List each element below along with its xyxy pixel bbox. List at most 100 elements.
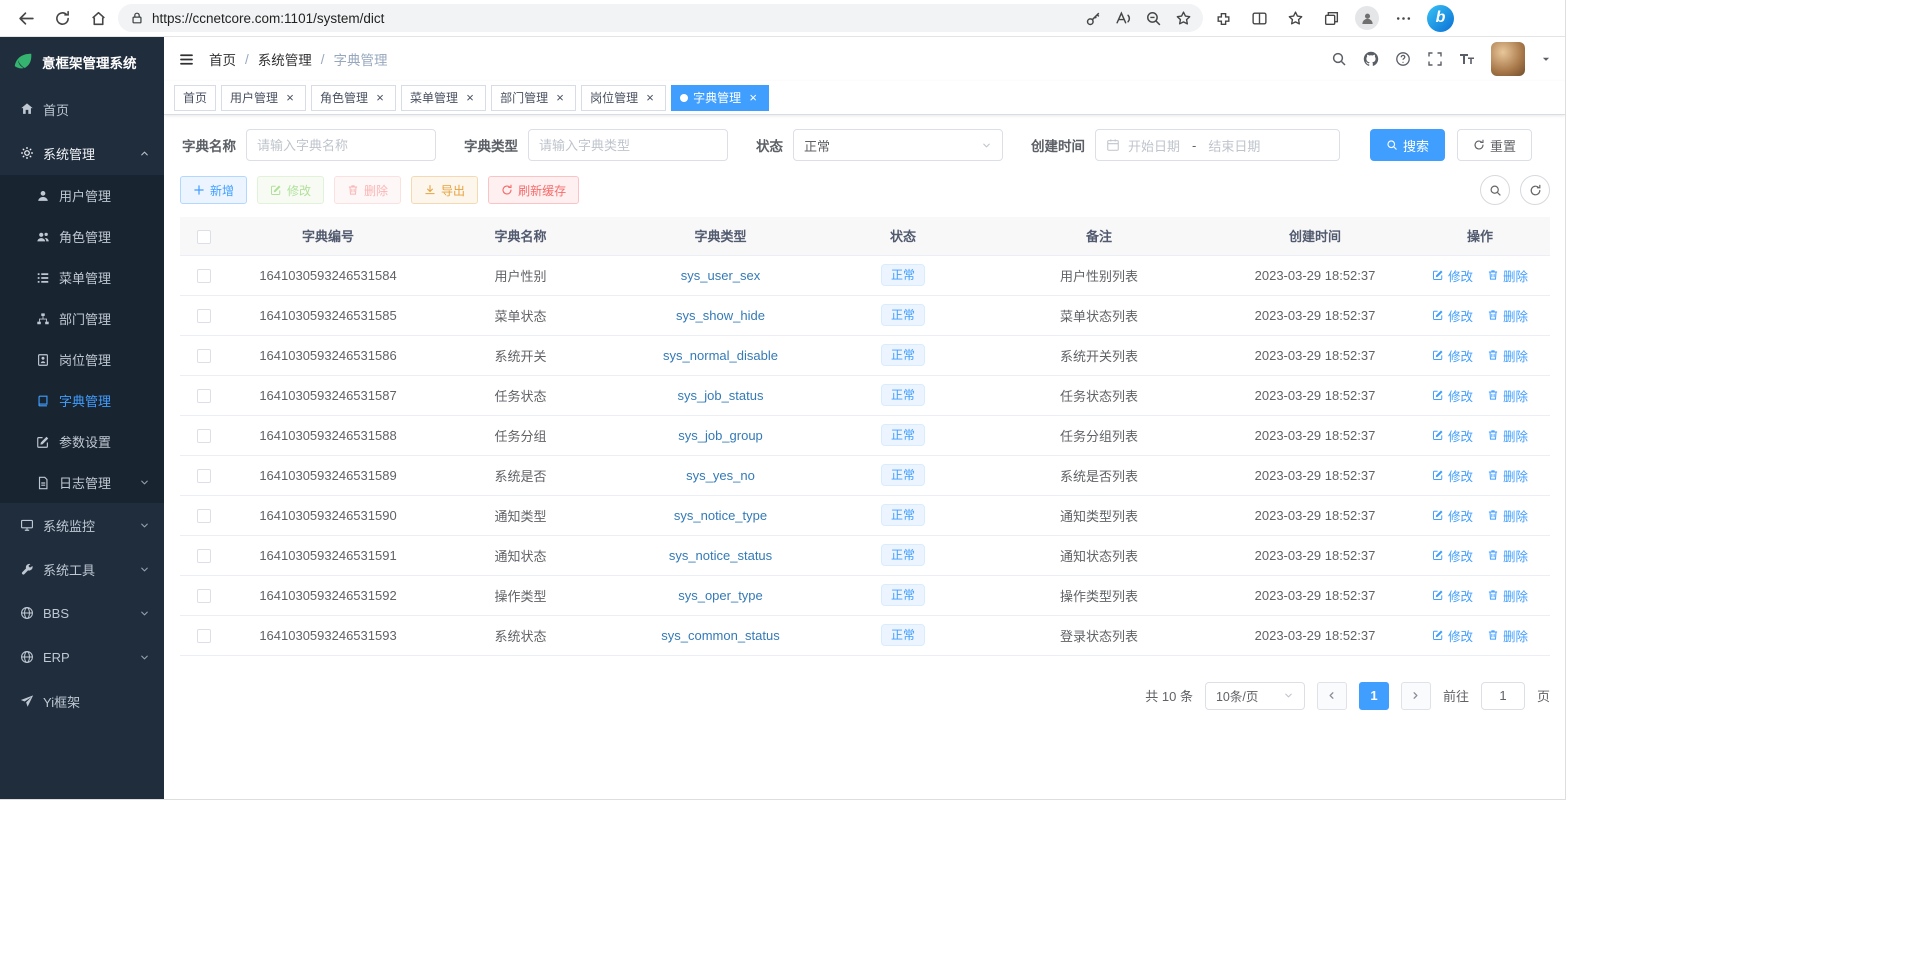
row-edit-button[interactable]: 修改 [1432,306,1473,325]
row-edit-button[interactable]: 修改 [1432,626,1473,645]
status-select[interactable]: 正常 [793,129,1003,161]
sidebar-item-dept-mgmt[interactable]: 部门管理 [0,298,164,339]
password-key-icon[interactable] [1079,6,1107,30]
tab-close-icon[interactable]: × [746,91,760,105]
row-checkbox[interactable] [197,349,211,363]
tab-dept-mgmt[interactable]: 部门管理× [491,85,576,111]
dict-type-input[interactable] [528,129,728,161]
row-edit-button[interactable]: 修改 [1432,586,1473,605]
sidebar-item-system-mgmt[interactable]: 系统管理 [0,131,164,175]
help-icon[interactable] [1395,51,1411,67]
add-favorite-icon[interactable] [1169,6,1197,30]
split-screen-icon[interactable] [1243,3,1275,33]
zoom-out-icon[interactable] [1139,6,1167,30]
tab-close-icon[interactable]: × [643,91,657,105]
tab-user-mgmt[interactable]: 用户管理× [221,85,306,111]
dict-type-link[interactable]: sys_normal_disable [663,348,778,363]
sidebar-item-role-mgmt[interactable]: 角色管理 [0,216,164,257]
tab-close-icon[interactable]: × [553,91,567,105]
sidebar-item-home[interactable]: 首页 [0,87,164,131]
row-checkbox[interactable] [197,629,211,643]
font-size-icon[interactable] [1459,51,1475,67]
fullscreen-icon[interactable] [1427,51,1443,67]
row-checkbox[interactable] [197,429,211,443]
export-button[interactable]: 导出 [411,176,478,204]
row-edit-button[interactable]: 修改 [1432,546,1473,565]
sidebar-item-system-monitor[interactable]: 系统监控 [0,503,164,547]
row-delete-button[interactable]: 删除 [1487,266,1528,285]
tab-home[interactable]: 首页 [174,85,216,111]
tab-dict-mgmt[interactable]: 字典管理× [671,85,769,111]
sidebar-item-param-settings[interactable]: 参数设置 [0,421,164,462]
row-checkbox[interactable] [197,469,211,483]
avatar[interactable] [1491,42,1525,76]
tab-role-mgmt[interactable]: 角色管理× [311,85,396,111]
row-delete-button[interactable]: 删除 [1487,426,1528,445]
dict-type-link[interactable]: sys_job_group [678,428,763,443]
back-button[interactable] [10,3,42,33]
row-edit-button[interactable]: 修改 [1432,506,1473,525]
sidebar-item-erp[interactable]: ERP [0,635,164,679]
prev-page-button[interactable] [1317,682,1347,710]
row-checkbox[interactable] [197,309,211,323]
goto-page-input[interactable] [1481,682,1525,710]
dict-type-link[interactable]: sys_oper_type [678,588,763,603]
sidebar-item-system-tools[interactable]: 系统工具 [0,547,164,591]
row-edit-button[interactable]: 修改 [1432,346,1473,365]
row-checkbox[interactable] [197,589,211,603]
row-checkbox[interactable] [197,389,211,403]
home-button[interactable] [82,3,114,33]
add-button[interactable]: 新增 [180,176,247,204]
row-edit-button[interactable]: 修改 [1432,386,1473,405]
dict-type-link[interactable]: sys_notice_type [674,508,767,523]
row-edit-button[interactable]: 修改 [1432,466,1473,485]
refresh-table-button[interactable] [1520,175,1550,205]
collections-icon[interactable] [1315,3,1347,33]
show-search-button[interactable] [1480,175,1510,205]
dict-name-input-field[interactable] [257,138,425,153]
row-delete-button[interactable]: 删除 [1487,346,1528,365]
refresh-cache-button[interactable]: 刷新缓存 [488,176,579,204]
sidebar-item-post-mgmt[interactable]: 岗位管理 [0,339,164,380]
row-checkbox[interactable] [197,269,211,283]
row-delete-button[interactable]: 删除 [1487,546,1528,565]
dict-type-link[interactable]: sys_job_status [678,388,764,403]
github-icon[interactable] [1363,51,1379,67]
row-delete-button[interactable]: 删除 [1487,506,1528,525]
sidebar-item-user-mgmt[interactable]: 用户管理 [0,175,164,216]
select-all-checkbox[interactable] [197,230,211,244]
edit-button[interactable]: 修改 [257,176,324,204]
delete-button[interactable]: 删除 [334,176,401,204]
url-text[interactable]: https://ccnetcore.com:1101/system/dict [152,11,1071,26]
row-delete-button[interactable]: 删除 [1487,626,1528,645]
sidebar-item-log-mgmt[interactable]: 日志管理 [0,462,164,503]
row-delete-button[interactable]: 删除 [1487,386,1528,405]
next-page-button[interactable] [1401,682,1431,710]
tab-post-mgmt[interactable]: 岗位管理× [581,85,666,111]
sidebar-item-dict-mgmt[interactable]: 字典管理 [0,380,164,421]
row-delete-button[interactable]: 删除 [1487,306,1528,325]
dict-type-link[interactable]: sys_common_status [661,628,780,643]
favorites-icon[interactable] [1279,3,1311,33]
date-range-picker[interactable]: 开始日期 - 结束日期 [1095,129,1340,161]
sidebar-item-menu-mgmt[interactable]: 菜单管理 [0,257,164,298]
extensions-icon[interactable] [1207,3,1239,33]
address-bar[interactable]: https://ccnetcore.com:1101/system/dict [118,4,1203,32]
sidebar-item-yi-framework[interactable]: Yi框架 [0,679,164,723]
sidebar-item-bbs[interactable]: BBS [0,591,164,635]
tab-close-icon[interactable]: × [463,91,477,105]
dict-type-link[interactable]: sys_show_hide [676,308,765,323]
reset-button[interactable]: 重置 [1457,129,1532,161]
dict-type-input-field[interactable] [539,138,717,153]
search-button[interactable]: 搜索 [1370,129,1445,161]
header-search-icon[interactable] [1331,51,1347,67]
row-delete-button[interactable]: 删除 [1487,466,1528,485]
tab-close-icon[interactable]: × [283,91,297,105]
page-size-select[interactable]: 10条/页 [1205,682,1305,710]
page-number-button[interactable]: 1 [1359,682,1389,710]
dict-name-input[interactable] [246,129,436,161]
breadcrumb-item[interactable]: 系统管理 [258,49,312,69]
row-edit-button[interactable]: 修改 [1432,426,1473,445]
refresh-button[interactable] [46,3,78,33]
row-delete-button[interactable]: 删除 [1487,586,1528,605]
